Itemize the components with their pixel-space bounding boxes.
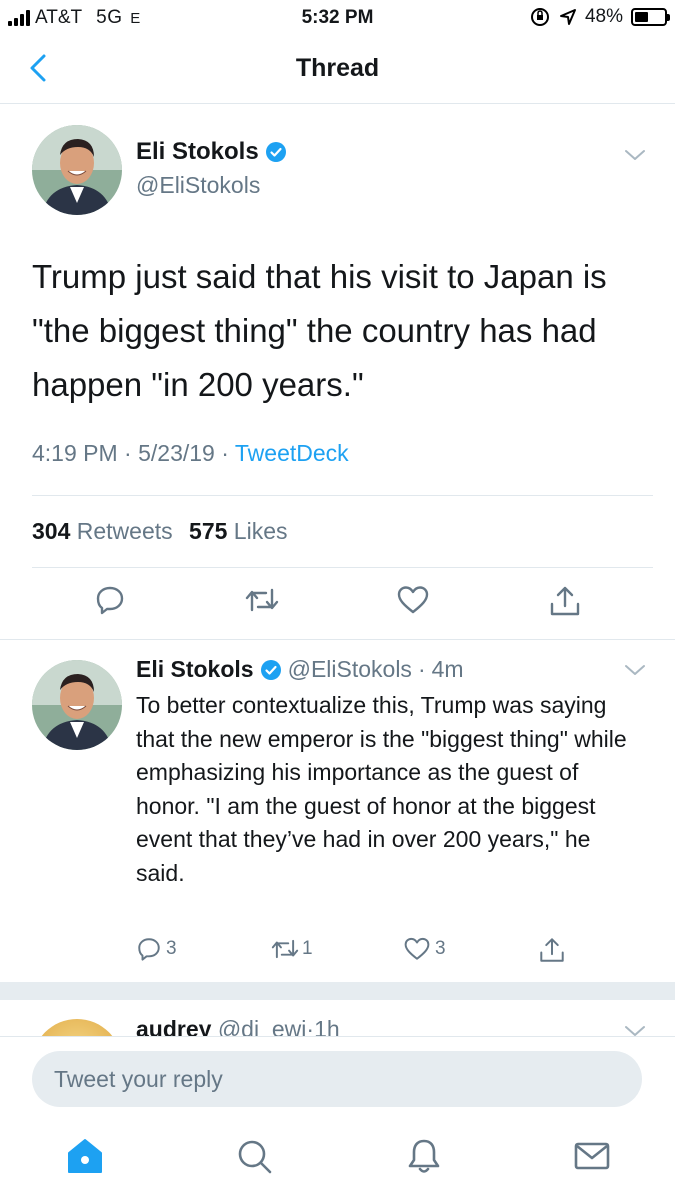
tweet-meta: 4:19 PM · 5/23/19 · TweetDeck <box>32 440 349 467</box>
like-count: 3 <box>435 938 446 959</box>
meta-separator: · <box>124 440 132 466</box>
author-name[interactable]: Eli Stokols <box>136 138 259 166</box>
tweet-stats: 304 Retweets 575 Likes <box>32 518 288 545</box>
thread-separator <box>0 982 675 1000</box>
location-icon <box>559 9 576 25</box>
chevron-down-icon[interactable] <box>624 148 646 162</box>
next-tweet-preview[interactable]: audrey @di_ewi·1h <box>0 1000 675 1036</box>
likes-stat[interactable]: 575 Likes <box>189 518 287 544</box>
battery-percent: 48% <box>584 6 623 27</box>
battery-icon <box>631 8 670 26</box>
tweet-date: 5/23/19 <box>138 440 215 466</box>
meta-separator: · <box>306 1016 315 1036</box>
reply-icon <box>138 938 160 961</box>
tweet-text: Trump just said that his visit to Japan … <box>32 258 607 403</box>
reply-header: Eli Stokols @EliStokols · 4m <box>136 656 464 683</box>
author-handle[interactable]: @EliStokols <box>136 172 260 199</box>
verified-badge-icon <box>260 659 281 680</box>
reply-composer <box>0 1036 675 1120</box>
reply-age: 4m <box>431 656 464 682</box>
next-author-handle[interactable]: @di_ewi <box>218 1016 307 1036</box>
next-tweet-header: audrey @di_ewi·1h <box>136 1016 340 1036</box>
next-author-avatar[interactable] <box>32 1019 122 1036</box>
orientation-lock-icon <box>530 8 549 26</box>
share-icon[interactable] <box>548 584 582 618</box>
author-avatar[interactable] <box>32 125 122 215</box>
chevron-down-icon[interactable] <box>624 663 646 677</box>
retweet-count: 1 <box>302 938 313 959</box>
next-author-name[interactable]: audrey <box>136 1016 211 1036</box>
retweets-stat[interactable]: 304 Retweets <box>32 518 173 544</box>
reply-author-avatar[interactable] <box>32 660 122 750</box>
page-title: Thread <box>295 54 380 82</box>
home-icon[interactable] <box>65 1136 105 1176</box>
divider <box>32 495 653 496</box>
meta-separator: · <box>221 440 229 466</box>
divider <box>32 567 653 568</box>
tweet-actions <box>0 584 675 624</box>
tab-bar <box>0 1120 675 1200</box>
reply-count: 3 <box>166 938 177 959</box>
reply-retweet-button[interactable]: 1 <box>270 936 313 962</box>
reply-author-name[interactable]: Eli Stokols <box>136 656 254 683</box>
retweets-label: Retweets <box>76 518 173 544</box>
next-tweet-age: 1h <box>314 1016 340 1036</box>
reply-icon[interactable] <box>94 584 126 616</box>
divider <box>0 639 675 640</box>
reply-input[interactable] <box>32 1051 642 1107</box>
retweet-icon <box>271 939 299 959</box>
reply-like-button[interactable]: 3 <box>403 936 446 962</box>
status-bar: AT&T 5G E 5:32 PM 48% <box>0 0 675 36</box>
reply-author-handle[interactable]: @EliStokols <box>288 656 412 683</box>
reply-reply-button[interactable]: 3 <box>136 936 177 962</box>
reply-actions: 3 1 3 <box>0 936 675 968</box>
status-right: 48% <box>529 6 670 28</box>
verified-badge-icon <box>265 142 286 162</box>
tweet-source-link[interactable]: TweetDeck <box>235 440 349 466</box>
nav-bar: Thread <box>0 36 675 104</box>
share-icon[interactable] <box>538 936 566 964</box>
likes-label: Likes <box>233 518 288 544</box>
meta-separator: · <box>417 656 426 682</box>
reply-tweet-text: To better contextualize this, Trump was … <box>136 692 627 886</box>
notifications-bell-icon[interactable] <box>404 1136 444 1176</box>
author-name-row[interactable]: Eli Stokols <box>136 138 287 166</box>
like-heart-icon[interactable] <box>396 584 430 616</box>
likes-count: 575 <box>189 518 228 544</box>
tweet-time: 4:19 PM <box>32 440 118 466</box>
messages-mail-icon[interactable] <box>572 1136 612 1176</box>
retweets-count: 304 <box>32 518 71 544</box>
retweet-icon[interactable] <box>244 584 280 616</box>
like-heart-icon <box>404 937 430 960</box>
search-icon[interactable] <box>234 1136 274 1176</box>
chevron-down-icon[interactable] <box>624 1024 646 1036</box>
